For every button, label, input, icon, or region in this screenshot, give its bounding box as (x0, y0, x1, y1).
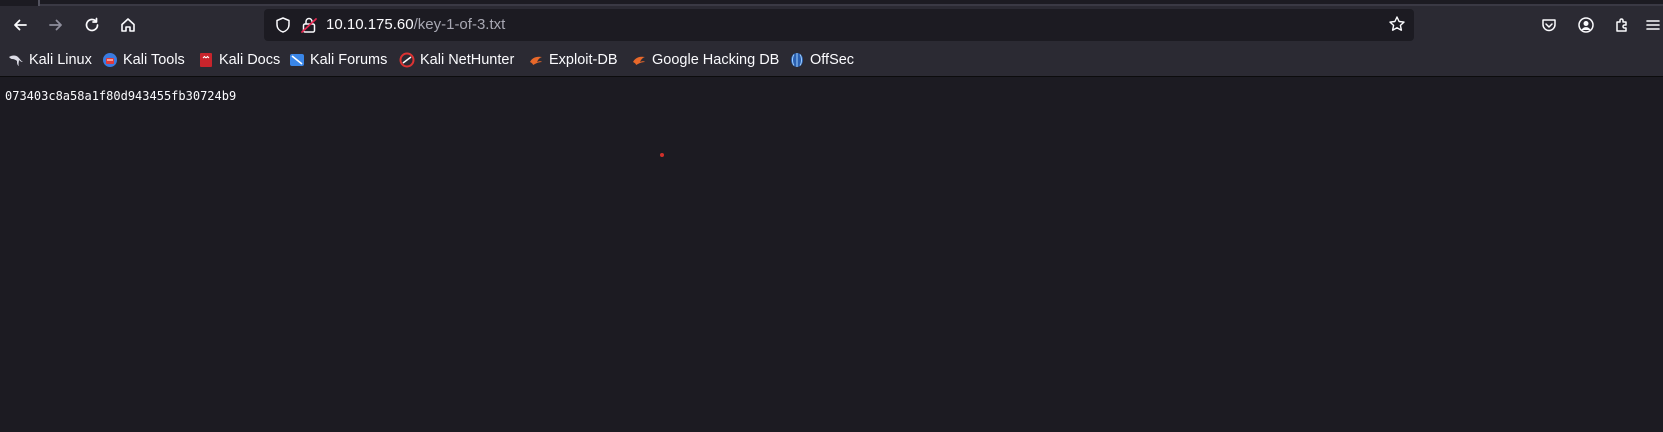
bookmark-label: Kali Forums (310, 52, 388, 68)
bookmark-kali-linux[interactable]: Kali Linux (8, 50, 92, 70)
bookmark-label: Kali NetHunter (420, 52, 515, 68)
ghdb-icon (631, 52, 647, 68)
bookmark-label: OffSec (810, 52, 855, 68)
bookmark-label: Exploit-DB (549, 52, 618, 68)
kali-tools-icon (102, 52, 118, 68)
bookmark-kali-docs[interactable]: Kali Docs (198, 50, 280, 70)
account-icon (1578, 17, 1594, 33)
bookmark-label: Kali Docs (219, 52, 281, 68)
kali-forums-icon (289, 52, 305, 68)
home-icon (121, 18, 135, 32)
kali-nethunter-icon (399, 52, 415, 68)
forward-arrow-icon (49, 19, 62, 31)
bookmark-star-icon[interactable] (1388, 15, 1406, 37)
reload-button[interactable] (78, 11, 106, 39)
extensions-button[interactable] (1608, 11, 1636, 39)
hamburger-menu-icon (1646, 20, 1660, 30)
navigation-toolbar: 10.10.175.60/key-1-of-3.txt (0, 6, 1663, 44)
bookmark-label: Google Hacking DB (652, 52, 780, 68)
exploit-db-icon (528, 52, 544, 68)
back-button[interactable] (6, 11, 34, 39)
bookmark-offsec[interactable]: OffSec (789, 50, 854, 70)
kali-dragon-icon (8, 52, 24, 68)
offsec-icon (789, 52, 805, 68)
url-text[interactable]: 10.10.175.60/key-1-of-3.txt (326, 15, 505, 35)
extensions-icon (1616, 18, 1627, 32)
back-arrow-icon (14, 19, 27, 31)
account-button[interactable] (1572, 11, 1600, 39)
home-button[interactable] (114, 11, 142, 39)
url-path: /key-1-of-3.txt (413, 16, 506, 33)
cursor-dot (660, 153, 664, 157)
reload-icon (85, 17, 99, 32)
bookmark-kali-forums[interactable]: Kali Forums (289, 50, 387, 70)
key-text: 073403c8a58a1f80d943455fb30724b9 (5, 89, 237, 103)
url-bar[interactable]: 10.10.175.60/key-1-of-3.txt (264, 9, 1414, 41)
url-host: 10.10.175.60 (326, 16, 414, 33)
insecure-lock-icon[interactable] (300, 16, 318, 38)
bookmark-kali-tools[interactable]: Kali Tools (102, 50, 185, 70)
bookmark-google-hacking-db[interactable]: Google Hacking DB (631, 50, 779, 70)
pocket-icon (1542, 19, 1556, 32)
bookmark-kali-nethunter[interactable]: Kali NetHunter (399, 50, 514, 70)
bookmark-exploit-db[interactable]: Exploit-DB (528, 50, 618, 70)
forward-button[interactable] (42, 11, 70, 39)
bookmarks-toolbar: Kali Linux Kali Tools Kali Docs Kali For… (0, 44, 1663, 77)
bookmark-label: Kali Tools (123, 52, 185, 68)
kali-docs-icon (198, 52, 214, 68)
page-content: 073403c8a58a1f80d943455fb30724b9 (0, 77, 1663, 432)
pocket-button[interactable] (1535, 11, 1563, 39)
menu-button[interactable] (1643, 11, 1663, 39)
tracking-shield-icon[interactable] (274, 16, 292, 38)
bookmark-label: Kali Linux (29, 52, 92, 68)
